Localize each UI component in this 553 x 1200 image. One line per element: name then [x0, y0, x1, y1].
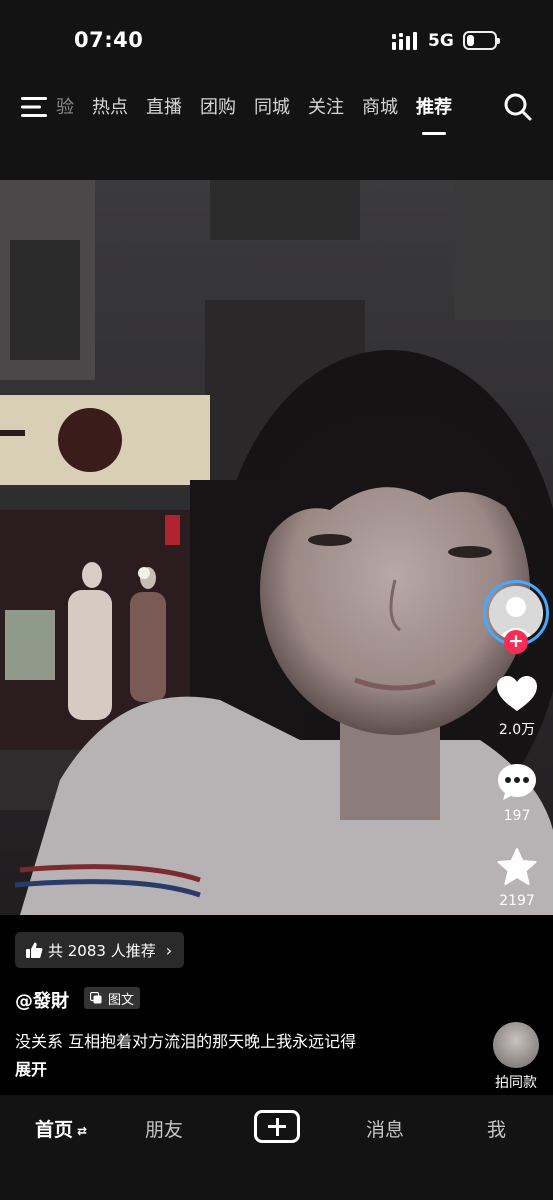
recommend-count-text: 共 2083 人推荐 [48, 941, 156, 960]
tab-group-buy[interactable]: 团购 [200, 93, 236, 123]
tab-recommended[interactable]: 推荐 [416, 93, 452, 135]
feed-tabs: 验 热点 直播 团购 同城 关注 商城 推荐 [56, 93, 452, 135]
battery-level [467, 35, 474, 46]
network-type: 5G [428, 31, 454, 51]
nav-friends[interactable]: 朋友 [145, 1115, 183, 1142]
comment-icon [498, 764, 536, 800]
author-name[interactable]: @發財 [15, 987, 69, 1013]
same-style-button[interactable]: 拍同款 [486, 1022, 546, 1092]
bottom-navigation: 首页 ⇄ 朋友 消息 我 [0, 1095, 553, 1200]
nav-home-label: 首页 [35, 1119, 74, 1141]
video-content[interactable] [0, 180, 553, 915]
favorite-button[interactable]: 2197 [488, 847, 546, 909]
favorite-count: 2197 [499, 893, 535, 909]
comment-count: 197 [503, 808, 531, 824]
nav-home[interactable]: 首页 ⇄ [35, 1115, 87, 1142]
menu-icon[interactable] [21, 96, 49, 118]
tab-mall[interactable]: 商城 [362, 93, 398, 123]
tab-partial[interactable]: 验 [56, 93, 74, 123]
selfie-night-photo [0, 180, 553, 915]
post-info: 共 2083 人推荐 › @發財 图文 没关系 互相抱着对方流泪的那天晚上我永远… [0, 915, 553, 1095]
image-stack-icon [90, 992, 102, 1004]
same-style-label: 拍同款 [495, 1075, 537, 1091]
expand-caption-link[interactable]: 展开 [15, 1056, 47, 1080]
status-bar: 07:40 5G [0, 0, 553, 80]
nav-me[interactable]: 我 [487, 1115, 506, 1142]
nav-messages[interactable]: 消息 [366, 1115, 404, 1142]
post-type-label: 图文 [108, 992, 135, 1008]
star-icon [497, 848, 537, 885]
swap-icon: ⇄ [77, 1123, 88, 1138]
music-thumbnail [493, 1022, 539, 1068]
status-time: 07:40 [74, 28, 144, 52]
like-button[interactable]: 2.0万 [488, 675, 546, 739]
search-icon[interactable] [503, 92, 533, 122]
post-type-badge: 图文 [84, 987, 141, 1009]
post-caption: 没关系 互相抱着对方流泪的那天晚上我永远记得 [15, 1032, 357, 1051]
signal-icon [392, 32, 417, 50]
tab-local[interactable]: 同城 [254, 93, 290, 123]
recommend-pill[interactable]: 共 2083 人推荐 › [15, 932, 185, 968]
battery-icon [463, 31, 500, 50]
create-post-button[interactable] [254, 1110, 300, 1143]
thumbs-up-icon [26, 942, 43, 958]
tab-live[interactable]: 直播 [146, 93, 182, 123]
follow-button[interactable]: + [504, 630, 528, 654]
author-avatar-button[interactable]: + [483, 580, 549, 654]
top-navigation: 验 热点 直播 团购 同城 关注 商城 推荐 [0, 80, 553, 180]
tab-hot[interactable]: 热点 [92, 93, 128, 123]
chevron-right-icon: › [165, 940, 173, 960]
like-count: 2.0万 [498, 722, 536, 738]
tab-following[interactable]: 关注 [308, 93, 344, 123]
heart-icon [497, 676, 537, 711]
comment-button[interactable]: 197 [488, 762, 546, 824]
